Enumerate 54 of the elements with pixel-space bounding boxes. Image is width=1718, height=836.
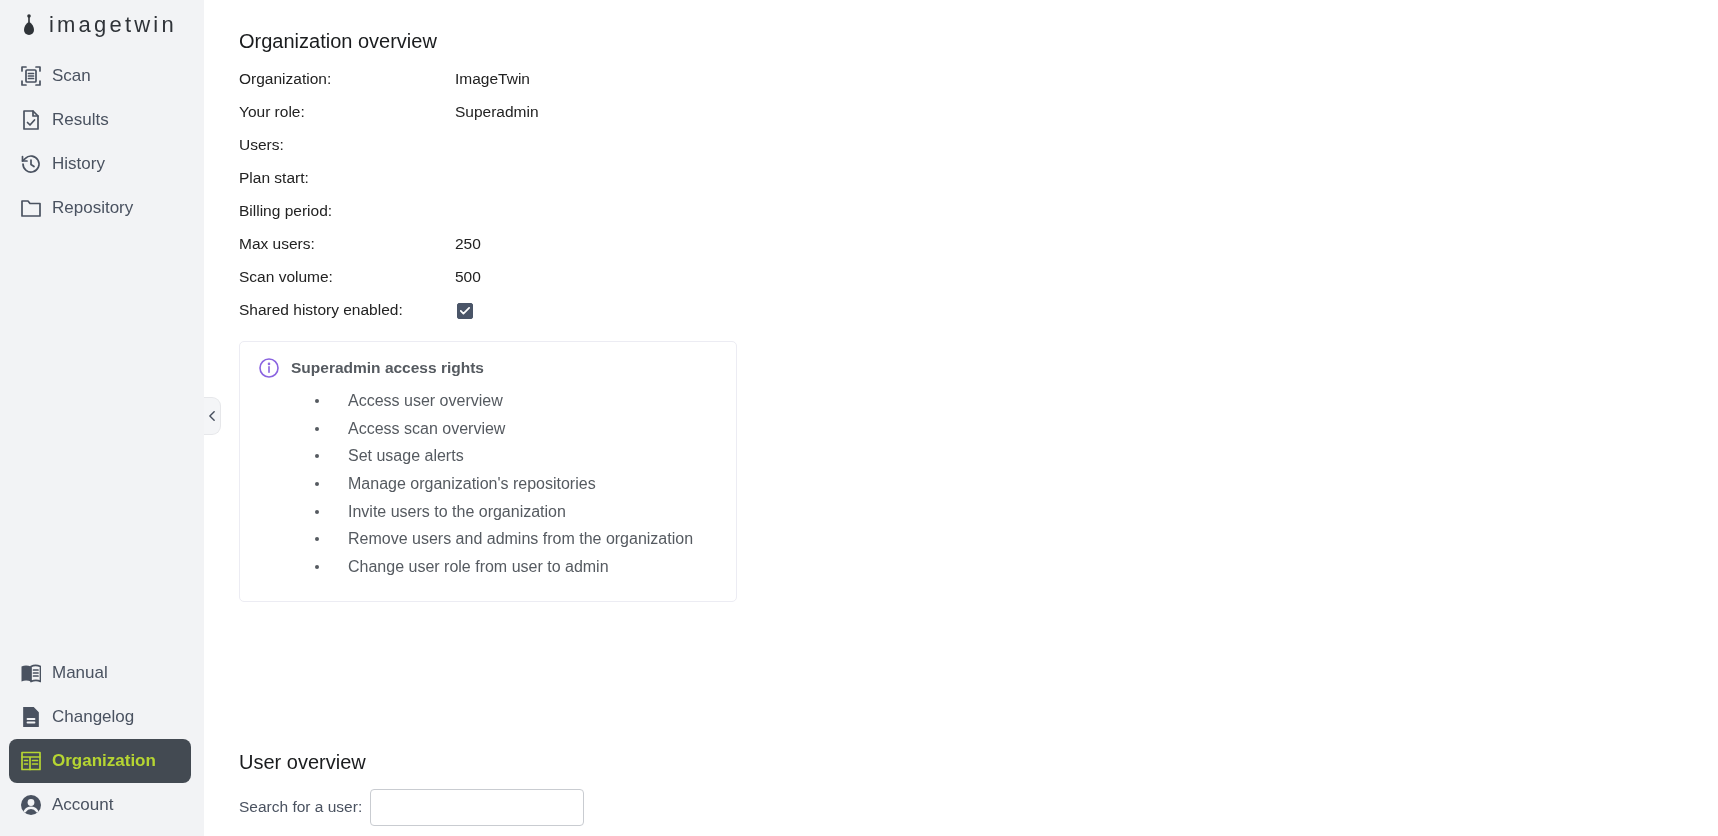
nav-item[interactable]: Changelog <box>9 695 191 739</box>
document-check-icon <box>21 110 41 130</box>
list-item-text: Access user overview <box>348 391 503 410</box>
field-label: Your role: <box>239 102 306 121</box>
checkbox[interactable] <box>457 303 473 319</box>
folder-icon <box>21 198 41 218</box>
field-value: 500 <box>455 267 481 286</box>
document-icon <box>21 707 41 727</box>
field-label: Scan volume: <box>239 267 334 286</box>
table-icon <box>21 751 41 771</box>
bullet-icon <box>315 537 319 542</box>
field-value: ImageTwin <box>455 69 530 88</box>
section-title: Organization overview <box>239 29 437 54</box>
info-title: Superadmin access rights <box>291 359 484 377</box>
field-label: Users: <box>239 135 285 154</box>
nav-item[interactable]: Repository <box>9 186 191 230</box>
history-icon <box>21 154 41 174</box>
scan-icon <box>21 66 41 86</box>
chevron-left-icon <box>209 411 215 421</box>
search-field[interactable] <box>370 788 585 826</box>
logo-icon <box>23 14 35 36</box>
field-label: Billing period: <box>239 201 334 220</box>
section-title: User overview <box>239 749 366 775</box>
list-item-text: Invite users to the organization <box>348 502 566 521</box>
list-item-text: Access scan overview <box>348 419 506 438</box>
bullet-icon <box>315 426 319 431</box>
list-item-text: Set usage alerts <box>348 447 464 466</box>
list-item-text: Manage organization's repositories <box>348 474 596 493</box>
nav-item[interactable]: Results <box>9 98 191 142</box>
book-icon <box>21 663 41 683</box>
bullet-icon <box>315 509 319 514</box>
field-label: Plan start: <box>239 168 310 187</box>
nav-item[interactable]: Scan <box>9 54 191 98</box>
bullet-icon <box>315 564 319 569</box>
field-value: 250 <box>455 234 481 253</box>
bullet-icon <box>315 398 319 403</box>
list-item-text: Change user role from user to admin <box>348 557 609 576</box>
nav-item[interactable]: Manual <box>9 651 191 695</box>
list-item-text: Remove users and admins from the organization <box>348 530 694 549</box>
search-label: Search for a user: <box>239 798 363 817</box>
field-value: Superadmin <box>455 102 539 121</box>
bullet-icon <box>315 454 319 459</box>
collapse-button[interactable] <box>204 397 221 435</box>
nav-item[interactable]: History <box>9 142 191 186</box>
field-label: Shared history enabled: <box>239 300 404 319</box>
bullet-icon <box>315 481 319 486</box>
user-icon <box>21 795 41 815</box>
info-icon <box>259 358 279 378</box>
field-label: Organization: <box>239 69 333 88</box>
nav-item[interactable]: Account <box>9 783 191 827</box>
logo-text: imagetwin <box>49 12 177 38</box>
check-icon <box>460 307 470 315</box>
field-label: Max users: <box>239 234 316 253</box>
nav-item[interactable]: Organization <box>9 739 191 783</box>
